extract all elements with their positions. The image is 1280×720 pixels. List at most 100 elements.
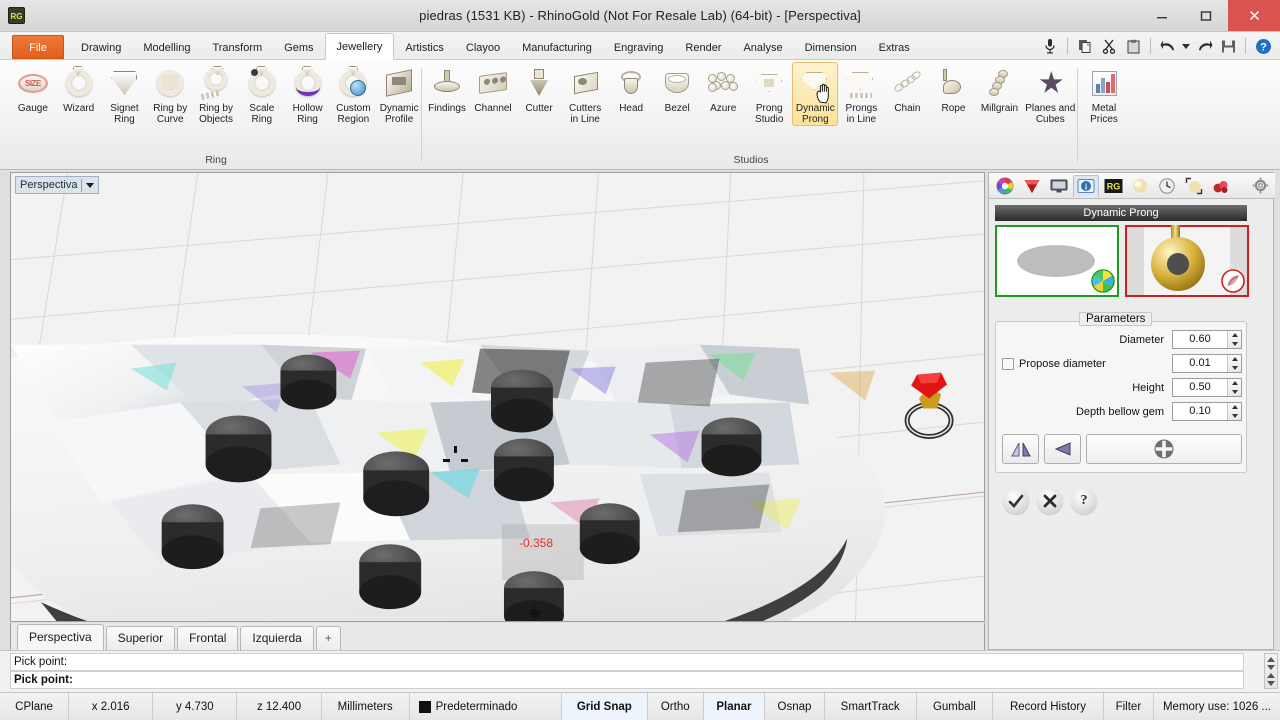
save-icon[interactable]	[1217, 35, 1239, 57]
depth-bellow-gem-stepper[interactable]: 0.10	[1172, 402, 1242, 421]
diameter-stepper[interactable]: 0.60	[1172, 330, 1242, 349]
stepper-arrows[interactable]	[1227, 403, 1241, 420]
ribbon-button-metal-prices[interactable]: Metal Prices	[1080, 62, 1128, 125]
mirror-button[interactable]	[1002, 434, 1039, 464]
ribbon-button-cutters-in-line[interactable]: Cutters in Line	[562, 62, 608, 125]
accept-button[interactable]	[1003, 488, 1029, 514]
tab-drawing[interactable]: Drawing	[70, 36, 132, 60]
close-button[interactable]	[1228, 0, 1280, 31]
minimize-button[interactable]	[1140, 0, 1184, 31]
tab-gems[interactable]: Gems	[273, 36, 324, 60]
depth-bellow-gem-value[interactable]: 0.10	[1173, 403, 1227, 420]
viewport-label[interactable]: Perspectiva	[15, 176, 100, 194]
panel-tab-history[interactable]	[1154, 175, 1180, 197]
tab-transform[interactable]: Transform	[201, 36, 273, 60]
panel-tab-materials[interactable]	[1127, 175, 1153, 197]
status-record-history[interactable]: Record History	[993, 693, 1104, 720]
tab-manufacturing[interactable]: Manufacturing	[511, 36, 603, 60]
prong-material-icon[interactable]	[1221, 269, 1245, 293]
height-stepper[interactable]: 0.50	[1172, 378, 1242, 397]
tab-file[interactable]: File	[12, 35, 64, 59]
tab-engraving[interactable]: Engraving	[603, 36, 675, 60]
status-layer[interactable]: Predeterminado	[410, 693, 562, 720]
add-viewport-tab-button[interactable]: +	[315, 626, 341, 650]
help-icon[interactable]: ?	[1252, 35, 1274, 57]
ribbon-button-chain[interactable]: Chain	[884, 62, 930, 114]
ribbon-button-signet-ring[interactable]: Signet Ring	[102, 62, 148, 125]
ribbon-button-hollow-ring[interactable]: Hollow Ring	[285, 62, 331, 125]
panel-tab-gem-cluster[interactable]	[1208, 175, 1234, 197]
ribbon-button-dynamic-prong[interactable]: Dynamic Prong	[792, 62, 839, 126]
panel-tab-gems[interactable]	[1019, 175, 1045, 197]
add-button[interactable]	[1086, 434, 1242, 464]
prong-style-preview[interactable]	[1125, 225, 1249, 297]
color-pie-icon[interactable]	[1091, 269, 1115, 293]
propose-diameter-value[interactable]: 0.01	[1173, 355, 1227, 372]
ribbon-button-cutter[interactable]: Cutter	[516, 62, 562, 114]
status-smarttrack[interactable]: SmartTrack	[825, 693, 917, 720]
panel-tab-rhinogold[interactable]: RG	[1100, 175, 1126, 197]
maximize-button[interactable]	[1184, 0, 1228, 31]
ribbon-button-prong-studio[interactable]: Prong Studio	[746, 62, 792, 125]
tab-render[interactable]: Render	[674, 36, 732, 60]
paste-icon[interactable]	[1122, 35, 1144, 57]
chevron-down-icon[interactable]	[86, 182, 95, 188]
status-osnap[interactable]: Osnap	[765, 693, 825, 720]
ribbon-button-channel[interactable]: Channel	[470, 62, 516, 114]
microphone-icon[interactable]	[1039, 35, 1061, 57]
gem-shape-preview[interactable]	[995, 225, 1119, 297]
propose-diameter-stepper[interactable]: 0.01	[1172, 354, 1242, 373]
ribbon-button-ring-by-objects[interactable]: Ring by Objects	[193, 62, 239, 125]
gear-icon[interactable]	[1252, 177, 1269, 194]
tab-extras[interactable]: Extras	[868, 36, 921, 60]
propose-diameter-checkbox[interactable]	[1002, 357, 1014, 370]
viewport-tab-frontal[interactable]: Frontal	[177, 626, 239, 650]
status-planar[interactable]: Planar	[703, 693, 766, 720]
command-history-line[interactable]: Pick point:	[10, 653, 1244, 671]
tab-artistics[interactable]: Artistics	[394, 36, 455, 60]
ribbon-button-bezel[interactable]: Bezel	[654, 62, 700, 114]
command-prompt-line[interactable]: Pick point:	[10, 671, 1244, 689]
stepper-arrows[interactable]	[1227, 355, 1241, 372]
status-ortho[interactable]: Ortho	[648, 693, 704, 720]
panel-tab-color-wheel[interactable]	[992, 175, 1018, 197]
status-cplane[interactable]: CPlane	[0, 693, 70, 720]
viewport-perspectiva[interactable]: Perspectiva -0.358 OnSrf	[10, 172, 985, 622]
flip-button[interactable]	[1044, 434, 1081, 464]
viewport-tab-superior[interactable]: Superior	[105, 626, 176, 650]
panel-tab-properties[interactable]: i	[1073, 174, 1099, 197]
ribbon-button-findings[interactable]: Findings	[424, 62, 470, 114]
help-button[interactable]: ?	[1071, 488, 1097, 514]
undo-dropdown-icon[interactable]	[1181, 35, 1191, 57]
status-grid-snap[interactable]: Grid Snap	[561, 693, 648, 720]
ribbon-button-custom-region[interactable]: Custom Region	[330, 62, 376, 125]
ribbon-button-gauge[interactable]: SIZE Gauge	[10, 62, 56, 114]
ribbon-button-wizard[interactable]: Wizard	[56, 62, 102, 114]
viewport-tab-perspectiva[interactable]: Perspectiva	[17, 624, 104, 650]
ribbon-button-ring-by-curve[interactable]: Ring by Curve	[147, 62, 193, 125]
command-scrollbar[interactable]	[1264, 653, 1278, 689]
ribbon-button-prongs-in-line[interactable]: Prongs in Line	[838, 62, 884, 125]
tab-dimension[interactable]: Dimension	[794, 36, 868, 60]
status-units[interactable]: Millimeters	[322, 693, 410, 720]
ribbon-button-millgrain[interactable]: Millgrain	[976, 62, 1022, 114]
ribbon-button-dynamic-profile[interactable]: Dynamic Profile	[376, 62, 422, 125]
redo-icon[interactable]	[1193, 35, 1215, 57]
cancel-button[interactable]	[1037, 488, 1063, 514]
copy-icon[interactable]	[1074, 35, 1096, 57]
ribbon-button-head[interactable]: Head	[608, 62, 654, 114]
viewport-tab-izquierda[interactable]: Izquierda	[240, 626, 314, 650]
tab-analyse[interactable]: Analyse	[732, 36, 793, 60]
status-memory-use[interactable]: Memory use: 1026 ...	[1154, 693, 1280, 720]
ribbon-button-azure[interactable]: Azure	[700, 62, 746, 114]
panel-tab-display[interactable]	[1046, 175, 1072, 197]
tab-clayoo[interactable]: Clayoo	[455, 36, 511, 60]
cut-icon[interactable]	[1098, 35, 1120, 57]
stepper-arrows[interactable]	[1227, 379, 1241, 396]
tab-jewellery[interactable]: Jewellery	[324, 33, 395, 60]
stepper-arrows[interactable]	[1227, 331, 1241, 348]
height-value[interactable]: 0.50	[1173, 379, 1227, 396]
ribbon-button-rope[interactable]: Rope	[930, 62, 976, 114]
tab-modelling[interactable]: Modelling	[132, 36, 201, 60]
status-filter[interactable]: Filter	[1104, 693, 1154, 720]
